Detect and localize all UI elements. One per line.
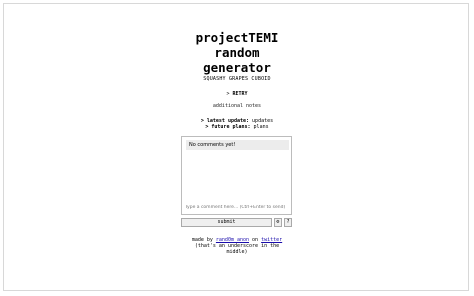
title-line: projectTEMI [195, 30, 279, 45]
retry-row: > RETRY [0, 91, 474, 97]
title-line: generator [203, 60, 271, 75]
no-comments-message: No comments yet! [186, 140, 289, 150]
comment-box: No comments yet! [181, 136, 292, 215]
submit-button[interactable]: submit [181, 218, 272, 227]
page-title: projectTEMI random generator [0, 30, 474, 75]
generated-result: SQUASHY GRAPES CUBOID [203, 76, 271, 82]
retry-link[interactable]: RETRY [232, 91, 247, 97]
future-plans-value: plans [253, 124, 269, 130]
comment-controls: submit ⚙ ? [181, 218, 292, 227]
title-line: random [214, 45, 260, 60]
help-icon[interactable]: ? [284, 218, 292, 227]
comment-input[interactable] [185, 203, 289, 211]
retry-prefix: > [226, 91, 230, 97]
footer: made by rand0m anon on twitter (that's a… [0, 237, 474, 255]
info-block: > latest update: updates > future plans:… [0, 118, 474, 130]
future-plans-label: > future plans: [205, 124, 251, 130]
future-plans-row: > future plans: plans [0, 124, 474, 130]
additional-notes: additional notes [212, 103, 262, 109]
gear-icon[interactable]: ⚙ [274, 218, 282, 227]
underscore-note: (that's an underscore in the middle) [194, 243, 280, 255]
